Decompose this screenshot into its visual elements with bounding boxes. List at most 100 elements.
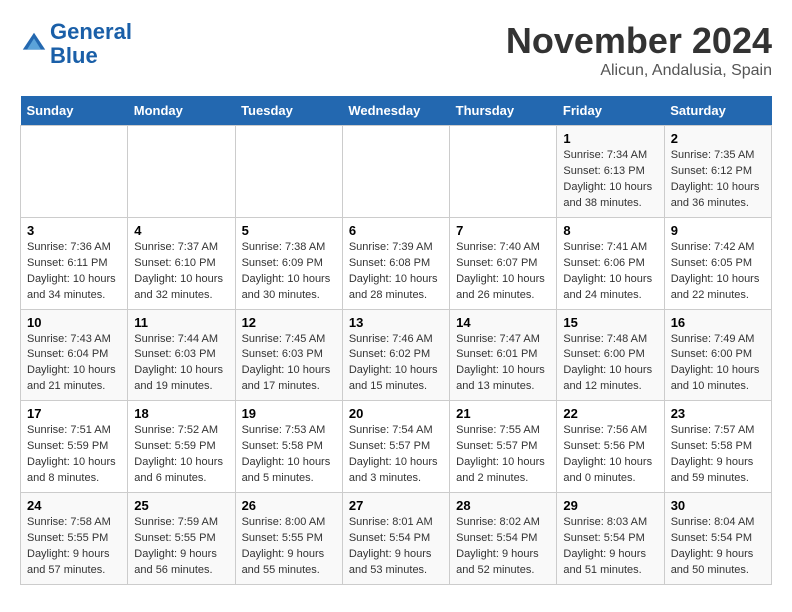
calendar-cell: 23 Sunrise: 7:57 AM Sunset: 5:58 PM Dayli… bbox=[664, 401, 771, 493]
calendar-cell bbox=[450, 126, 557, 218]
day-number: 11 bbox=[134, 315, 228, 330]
day-number: 8 bbox=[563, 223, 657, 238]
day-info: Sunrise: 7:41 AM Sunset: 6:06 PM Dayligh… bbox=[563, 240, 657, 304]
calendar-table: SundayMondayTuesdayWednesdayThursdayFrid… bbox=[20, 96, 772, 585]
day-info: Sunrise: 7:52 AM Sunset: 5:59 PM Dayligh… bbox=[134, 423, 228, 487]
calendar-cell: 19Sunrise: 7:53 AM Sunset: 5:58 PM Dayli… bbox=[235, 401, 342, 493]
day-number: 16 bbox=[671, 315, 765, 330]
day-number: 9 bbox=[671, 223, 765, 238]
day-number: 22 bbox=[563, 406, 657, 421]
day-info: Sunrise: 8:04 AM Sunset: 5:54 PM Dayligh… bbox=[671, 515, 765, 579]
calendar-cell: 22 Sunrise: 7:56 AM Sunset: 5:56 PM Dayli… bbox=[557, 401, 664, 493]
day-number: 7 bbox=[456, 223, 550, 238]
calendar-cell: 16 Sunrise: 7:49 AM Sunset: 6:00 PM Dayli… bbox=[664, 309, 771, 401]
day-info: Sunrise: 7:56 AM Sunset: 5:56 PM Dayligh… bbox=[563, 423, 657, 487]
day-info: Sunrise: 8:00 AM Sunset: 5:55 PM Dayligh… bbox=[242, 515, 336, 579]
day-info: Sunrise: 7:59 AM Sunset: 5:55 PM Dayligh… bbox=[134, 515, 228, 579]
day-number: 20 bbox=[349, 406, 443, 421]
calendar-cell: 5 Sunrise: 7:38 AM Sunset: 6:09 PM Daylig… bbox=[235, 217, 342, 309]
day-number: 23 bbox=[671, 406, 765, 421]
weekday-header: Wednesday bbox=[342, 96, 449, 126]
calendar-cell bbox=[342, 126, 449, 218]
calendar-cell: 14 Sunrise: 7:47 AM Sunset: 6:01 PM Dayli… bbox=[450, 309, 557, 401]
day-info: Sunrise: 7:34 AM Sunset: 6:13 PM Dayligh… bbox=[563, 148, 657, 212]
day-info: Sunrise: 7:45 AM Sunset: 6:03 PM Dayligh… bbox=[242, 332, 336, 396]
weekday-header: Sunday bbox=[21, 96, 128, 126]
day-number: 18 bbox=[134, 406, 228, 421]
day-info: Sunrise: 7:42 AM Sunset: 6:05 PM Dayligh… bbox=[671, 240, 765, 304]
day-info: Sunrise: 7:43 AM Sunset: 6:04 PM Dayligh… bbox=[27, 332, 121, 396]
day-info: Sunrise: 7:49 AM Sunset: 6:00 PM Dayligh… bbox=[671, 332, 765, 396]
calendar-cell: 30Sunrise: 8:04 AM Sunset: 5:54 PM Dayli… bbox=[664, 493, 771, 585]
day-info: Sunrise: 7:58 AM Sunset: 5:55 PM Dayligh… bbox=[27, 515, 121, 579]
day-number: 27 bbox=[349, 498, 443, 513]
day-number: 28 bbox=[456, 498, 550, 513]
calendar-cell: 11Sunrise: 7:44 AM Sunset: 6:03 PM Dayli… bbox=[128, 309, 235, 401]
calendar-cell: 13 Sunrise: 7:46 AM Sunset: 6:02 PM Dayli… bbox=[342, 309, 449, 401]
calendar-cell bbox=[128, 126, 235, 218]
calendar-cell: 29 Sunrise: 8:03 AM Sunset: 5:54 PM Dayli… bbox=[557, 493, 664, 585]
calendar-cell: 28 Sunrise: 8:02 AM Sunset: 5:54 PM Dayli… bbox=[450, 493, 557, 585]
calendar-cell: 10 Sunrise: 7:43 AM Sunset: 6:04 PM Dayli… bbox=[21, 309, 128, 401]
calendar-week-row: 1Sunrise: 7:34 AM Sunset: 6:13 PM Daylig… bbox=[21, 126, 772, 218]
day-info: Sunrise: 8:03 AM Sunset: 5:54 PM Dayligh… bbox=[563, 515, 657, 579]
calendar-cell bbox=[21, 126, 128, 218]
day-info: Sunrise: 7:55 AM Sunset: 5:57 PM Dayligh… bbox=[456, 423, 550, 487]
day-info: Sunrise: 7:57 AM Sunset: 5:58 PM Dayligh… bbox=[671, 423, 765, 487]
calendar-cell: 9 Sunrise: 7:42 AM Sunset: 6:05 PM Daylig… bbox=[664, 217, 771, 309]
day-info: Sunrise: 8:01 AM Sunset: 5:54 PM Dayligh… bbox=[349, 515, 443, 579]
logo-icon bbox=[20, 30, 48, 58]
day-info: Sunrise: 7:38 AM Sunset: 6:09 PM Dayligh… bbox=[242, 240, 336, 304]
location: Alicun, Andalusia, Spain bbox=[506, 62, 772, 80]
calendar-cell: 25Sunrise: 7:59 AM Sunset: 5:55 PM Dayli… bbox=[128, 493, 235, 585]
day-info: Sunrise: 7:37 AM Sunset: 6:10 PM Dayligh… bbox=[134, 240, 228, 304]
calendar-cell: 15 Sunrise: 7:48 AM Sunset: 6:00 PM Dayli… bbox=[557, 309, 664, 401]
day-number: 10 bbox=[27, 315, 121, 330]
calendar-cell: 6Sunrise: 7:39 AM Sunset: 6:08 PM Daylig… bbox=[342, 217, 449, 309]
day-info: Sunrise: 7:51 AM Sunset: 5:59 PM Dayligh… bbox=[27, 423, 121, 487]
day-number: 15 bbox=[563, 315, 657, 330]
day-number: 29 bbox=[563, 498, 657, 513]
calendar-cell: 27 Sunrise: 8:01 AM Sunset: 5:54 PM Dayli… bbox=[342, 493, 449, 585]
day-number: 26 bbox=[242, 498, 336, 513]
weekday-header: Saturday bbox=[664, 96, 771, 126]
day-number: 14 bbox=[456, 315, 550, 330]
calendar-cell: 18 Sunrise: 7:52 AM Sunset: 5:59 PM Dayli… bbox=[128, 401, 235, 493]
calendar-cell: 12 Sunrise: 7:45 AM Sunset: 6:03 PM Dayli… bbox=[235, 309, 342, 401]
day-number: 13 bbox=[349, 315, 443, 330]
day-info: Sunrise: 8:02 AM Sunset: 5:54 PM Dayligh… bbox=[456, 515, 550, 579]
day-info: Sunrise: 7:39 AM Sunset: 6:08 PM Dayligh… bbox=[349, 240, 443, 304]
calendar-week-row: 3 Sunrise: 7:36 AM Sunset: 6:11 PM Daylig… bbox=[21, 217, 772, 309]
logo: General Blue bbox=[20, 20, 132, 68]
calendar-cell: 8 Sunrise: 7:41 AM Sunset: 6:06 PM Daylig… bbox=[557, 217, 664, 309]
calendar-cell: 26 Sunrise: 8:00 AM Sunset: 5:55 PM Dayli… bbox=[235, 493, 342, 585]
weekday-header: Tuesday bbox=[235, 96, 342, 126]
day-number: 3 bbox=[27, 223, 121, 238]
calendar-cell: 3 Sunrise: 7:36 AM Sunset: 6:11 PM Daylig… bbox=[21, 217, 128, 309]
day-number: 5 bbox=[242, 223, 336, 238]
day-number: 21 bbox=[456, 406, 550, 421]
calendar-cell: 7 Sunrise: 7:40 AM Sunset: 6:07 PM Daylig… bbox=[450, 217, 557, 309]
day-info: Sunrise: 7:35 AM Sunset: 6:12 PM Dayligh… bbox=[671, 148, 765, 212]
day-info: Sunrise: 7:36 AM Sunset: 6:11 PM Dayligh… bbox=[27, 240, 121, 304]
calendar-cell: 4 Sunrise: 7:37 AM Sunset: 6:10 PM Daylig… bbox=[128, 217, 235, 309]
day-info: Sunrise: 7:46 AM Sunset: 6:02 PM Dayligh… bbox=[349, 332, 443, 396]
day-info: Sunrise: 7:47 AM Sunset: 6:01 PM Dayligh… bbox=[456, 332, 550, 396]
day-info: Sunrise: 7:40 AM Sunset: 6:07 PM Dayligh… bbox=[456, 240, 550, 304]
day-number: 12 bbox=[242, 315, 336, 330]
day-number: 4 bbox=[134, 223, 228, 238]
calendar-week-row: 10 Sunrise: 7:43 AM Sunset: 6:04 PM Dayli… bbox=[21, 309, 772, 401]
page-header: General Blue November 2024 Alicun, Andal… bbox=[20, 20, 772, 80]
day-info: Sunrise: 7:48 AM Sunset: 6:00 PM Dayligh… bbox=[563, 332, 657, 396]
calendar-cell: 20Sunrise: 7:54 AM Sunset: 5:57 PM Dayli… bbox=[342, 401, 449, 493]
calendar-cell: 17Sunrise: 7:51 AM Sunset: 5:59 PM Dayli… bbox=[21, 401, 128, 493]
weekday-header: Thursday bbox=[450, 96, 557, 126]
day-number: 2 bbox=[671, 131, 765, 146]
calendar-cell bbox=[235, 126, 342, 218]
calendar-cell: 24 Sunrise: 7:58 AM Sunset: 5:55 PM Dayli… bbox=[21, 493, 128, 585]
day-number: 19 bbox=[242, 406, 336, 421]
calendar-cell: 2 Sunrise: 7:35 AM Sunset: 6:12 PM Daylig… bbox=[664, 126, 771, 218]
weekday-header: Monday bbox=[128, 96, 235, 126]
logo-text: General Blue bbox=[50, 20, 132, 68]
day-number: 24 bbox=[27, 498, 121, 513]
